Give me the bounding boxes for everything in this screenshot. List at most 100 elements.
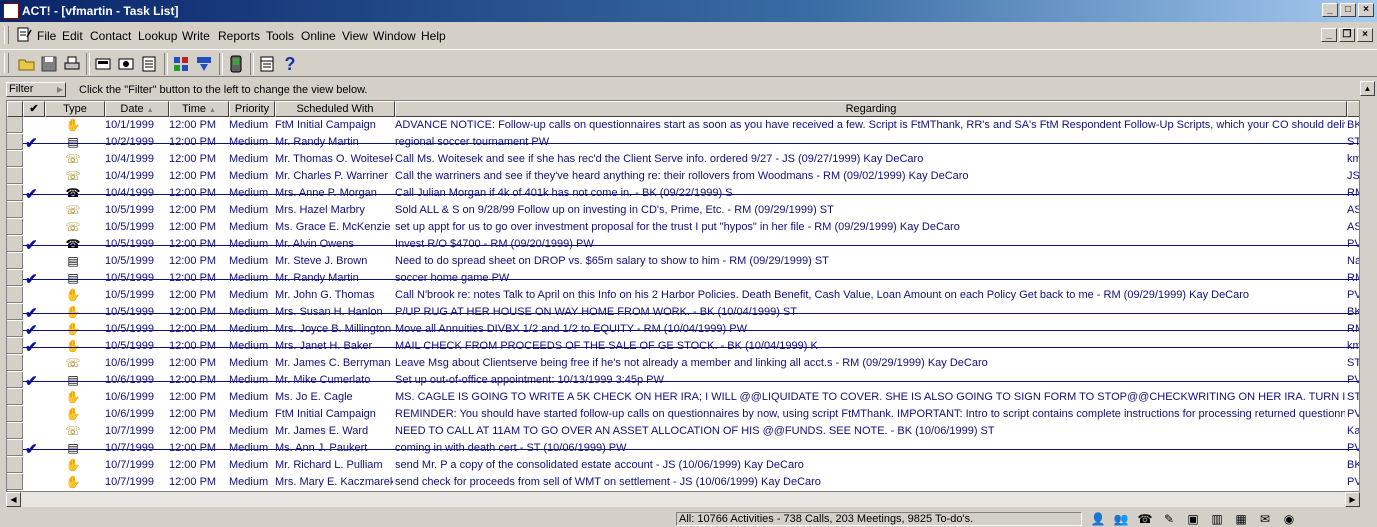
row-selector[interactable] (7, 321, 23, 337)
table-row[interactable]: ✔ ✋ 10/5/1999 12:00 PM Medium Mrs. Janet H. B… (7, 338, 1359, 356)
header-check[interactable]: ✔ (23, 101, 45, 117)
print-icon[interactable] (62, 54, 82, 74)
phone-list-icon[interactable] (93, 54, 113, 74)
table-row[interactable]: ✔ ▤ 10/7/1999 12:00 PM Medium Ms. Ann J. Pauk… (7, 440, 1359, 458)
palm-icon[interactable] (226, 54, 246, 74)
row-selector[interactable] (7, 355, 23, 371)
filter-button[interactable]: Filter ▶ (6, 82, 66, 97)
row-selector[interactable] (7, 270, 23, 286)
mdi-close-button[interactable]: × (1357, 28, 1373, 42)
table-row[interactable]: ✋ 10/5/1999 12:00 PM Medium Mr. John G. Thom… (7, 287, 1359, 304)
table-row[interactable]: ✔ ▤ 10/5/1999 12:00 PM Medium Mr. Randy Marti… (7, 270, 1359, 288)
header-date[interactable]: Date ▲ (105, 101, 169, 117)
table-row[interactable]: ☏ 10/5/1999 12:00 PM Medium Mrs. Hazel Marbr… (7, 202, 1359, 219)
scroll-right-button[interactable]: ▶ (1345, 492, 1360, 507)
header-regarding[interactable]: Regarding (395, 101, 1347, 117)
table-row[interactable]: ✔ ✋ 10/5/1999 12:00 PM Medium Mrs. Susan H. H… (7, 304, 1359, 322)
row-selector[interactable] (7, 423, 23, 439)
row-selector[interactable] (7, 287, 23, 303)
row-selector[interactable] (7, 474, 23, 490)
row-selector[interactable] (7, 168, 23, 184)
row-selector[interactable] (7, 117, 23, 133)
table-row[interactable]: ☏ 10/4/1999 12:00 PM Medium Mr. Charles P. W… (7, 168, 1359, 185)
calendar-icon[interactable] (257, 54, 277, 74)
groups-icon[interactable]: 👥 (1113, 512, 1129, 526)
minimize-button[interactable]: _ (1322, 3, 1338, 17)
contacts-icon[interactable]: 👤 (1090, 512, 1106, 526)
table-row[interactable]: ✔ ▤ 10/6/1999 12:00 PM Medium Mr. Mike Cumerl… (7, 372, 1359, 390)
menu-grip[interactable] (4, 26, 9, 44)
header-priority[interactable]: Priority (229, 101, 275, 117)
row-selector[interactable] (7, 338, 23, 354)
row-selector[interactable] (7, 253, 23, 269)
day-view-icon[interactable]: ▣ (1185, 512, 1201, 526)
row-selector[interactable] (7, 219, 23, 235)
header-scheduled-with[interactable]: Scheduled With (275, 101, 395, 117)
menu-file[interactable]: File (37, 29, 56, 43)
week-view-icon[interactable]: ▥ (1209, 512, 1225, 526)
row-selector[interactable] (7, 406, 23, 422)
header-extra[interactable] (1347, 101, 1359, 117)
row-selector[interactable] (7, 440, 23, 456)
table-row[interactable]: ▤ 10/5/1999 12:00 PM Medium Mr. Steve J. Bro… (7, 253, 1359, 270)
row-selector[interactable] (7, 389, 23, 405)
menu-window[interactable]: Window (373, 29, 416, 43)
download-icon[interactable] (194, 54, 214, 74)
close-button[interactable]: × (1358, 3, 1374, 17)
menu-online[interactable]: Online (301, 29, 336, 43)
menu-tools[interactable]: Tools (266, 29, 294, 43)
scroll-left-button[interactable]: ◀ (6, 492, 21, 507)
table-row[interactable]: ✋ 10/7/1999 12:00 PM Medium Mrs. Mary E. Kac… (7, 474, 1359, 491)
table-row[interactable]: ☏ 10/5/1999 12:00 PM Medium Ms. Grace E. McK… (7, 219, 1359, 236)
lookup-icon[interactable] (171, 54, 191, 74)
mdi-minimize-button[interactable]: _ (1321, 28, 1337, 42)
table-row[interactable]: ✋ 10/6/1999 12:00 PM Medium FtM Initial Camp… (7, 406, 1359, 423)
header-time[interactable]: Time ▲ (169, 101, 229, 117)
table-row[interactable]: ☏ 10/7/1999 12:00 PM Medium Mr. James E. War… (7, 423, 1359, 440)
row-selector[interactable] (7, 134, 23, 150)
write-icon[interactable]: ✎ (1161, 512, 1177, 526)
phone-list-icon[interactable]: ☎ (1137, 512, 1153, 526)
cell-time: 12:00 PM (169, 221, 217, 233)
menu-contact[interactable]: Contact (90, 29, 131, 43)
row-selector[interactable] (7, 304, 23, 320)
help-icon[interactable]: ? (280, 54, 300, 74)
header-select[interactable] (7, 101, 23, 117)
row-selector[interactable] (7, 202, 23, 218)
table-row[interactable]: ✋ 10/7/1999 12:00 PM Medium Mr. Richard L. P… (7, 457, 1359, 474)
menu-write[interactable]: Write (182, 29, 210, 43)
table-row[interactable]: ☏ 10/4/1999 12:00 PM Medium Mr. Thomas O. Wo… (7, 151, 1359, 168)
month-view-icon[interactable]: ▦ (1233, 512, 1249, 526)
mdi-restore-button[interactable]: ❐ (1339, 28, 1355, 42)
maximize-button[interactable]: □ (1340, 3, 1356, 17)
row-selector[interactable] (7, 457, 23, 473)
save-icon[interactable] (39, 54, 59, 74)
menu-view[interactable]: View (342, 29, 368, 43)
row-selector[interactable] (7, 185, 23, 201)
table-row[interactable]: ✔ ▤ 10/2/1999 12:00 PM Medium Mr. Randy Marti… (7, 134, 1359, 152)
open-folder-icon[interactable] (17, 54, 37, 74)
menu-lookup[interactable]: Lookup (138, 29, 177, 43)
toolbar-grip[interactable] (4, 53, 9, 73)
table-row[interactable]: ✔ ✋ 10/5/1999 12:00 PM Medium Mrs. Joyce B. M… (7, 321, 1359, 339)
row-selector[interactable] (7, 372, 23, 388)
table-row[interactable]: ✔ ☎ 10/5/1999 12:00 PM Medium Mr. Alvin Owens… (7, 236, 1359, 254)
act-app-icon[interactable] (3, 3, 19, 19)
menu-edit[interactable]: Edit (62, 29, 83, 43)
table-row[interactable]: ☏ 10/6/1999 12:00 PM Medium Mr. James C. Ber… (7, 355, 1359, 372)
menu-reports[interactable]: Reports (218, 29, 260, 43)
menu-help[interactable]: Help (421, 29, 446, 43)
horizontal-scrollbar[interactable]: ◀ ▶ (6, 492, 1360, 507)
row-selector[interactable] (7, 236, 23, 252)
table-row[interactable]: ✔ ☎ 10/4/1999 12:00 PM Medium Mrs. Anne P. Mo… (7, 185, 1359, 203)
table-row[interactable]: ✋ 10/1/1999 12:00 PM Medium FtM Initial Camp… (7, 117, 1359, 134)
row-selector[interactable] (7, 151, 23, 167)
task-list-icon[interactable]: ✉ (1257, 512, 1273, 526)
scroll-up-button[interactable]: ▲ (1360, 81, 1375, 96)
header-type[interactable]: Type (45, 101, 105, 117)
document-icon[interactable] (16, 27, 32, 43)
internet-icon[interactable]: ◉ (1281, 512, 1297, 526)
task-list-icon[interactable] (139, 54, 159, 74)
contact-window-icon[interactable] (116, 54, 136, 74)
table-row[interactable]: ✋ 10/6/1999 12:00 PM Medium Ms. Jo E. Cagle M… (7, 389, 1359, 406)
